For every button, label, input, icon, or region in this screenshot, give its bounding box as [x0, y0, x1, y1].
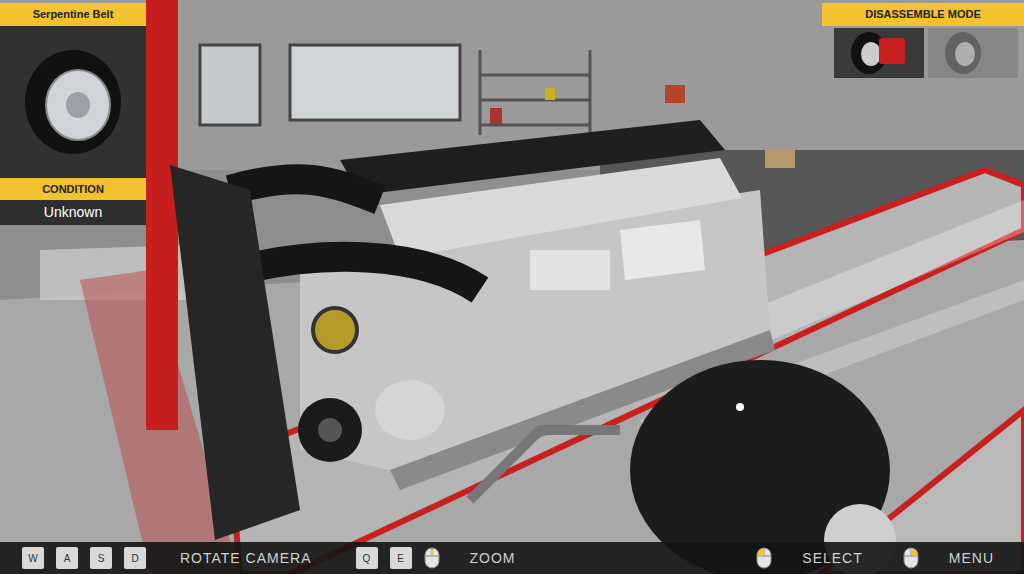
mouse-icon [903, 547, 919, 569]
mouse-icon [756, 547, 772, 569]
control-label: MENU [949, 548, 994, 569]
key-cap: A [56, 547, 78, 569]
key-cap: E [390, 547, 412, 569]
game-screen: Serpentine Belt CONDITIONUnknown DISASSEMB… [0, 0, 1024, 574]
key-cap: D [124, 547, 146, 569]
garage-scene[interactable] [0, 0, 1024, 574]
control-label: SELECT [802, 548, 862, 569]
control-hint: QE ZOOM [356, 547, 516, 569]
control-label: ZOOM [470, 548, 516, 569]
condition-value: Unknown [0, 200, 146, 225]
key-cap: Q [356, 547, 378, 569]
controls-bar: WASD ROTATE CAMERA QE ZOOM SELECT MENU [0, 542, 1024, 574]
part-title: Serpentine Belt [0, 3, 146, 26]
part-preview [0, 26, 146, 178]
condition-label: CONDITION [0, 178, 146, 201]
control-hint: MENU [903, 547, 994, 569]
key-cap: W [22, 547, 44, 569]
mode-thumbnail[interactable] [928, 28, 1018, 78]
wheel-icon [18, 47, 128, 157]
control-hint: WASD ROTATE CAMERA [22, 547, 312, 569]
control-hint: SELECT [756, 547, 862, 569]
control-label: ROTATE CAMERA [180, 548, 312, 569]
mode-panel: DISASSEMBLE MODE [822, 3, 1024, 78]
wheel-mode-icon [933, 30, 1013, 76]
mode-thumbnail[interactable] [834, 28, 924, 78]
mouse-icon [424, 547, 440, 569]
part-panel: Serpentine Belt CONDITIONUnknown [0, 3, 146, 225]
wheel-mode-icon [839, 30, 919, 76]
key-cap: S [90, 547, 112, 569]
mode-title: DISASSEMBLE MODE [822, 3, 1024, 26]
